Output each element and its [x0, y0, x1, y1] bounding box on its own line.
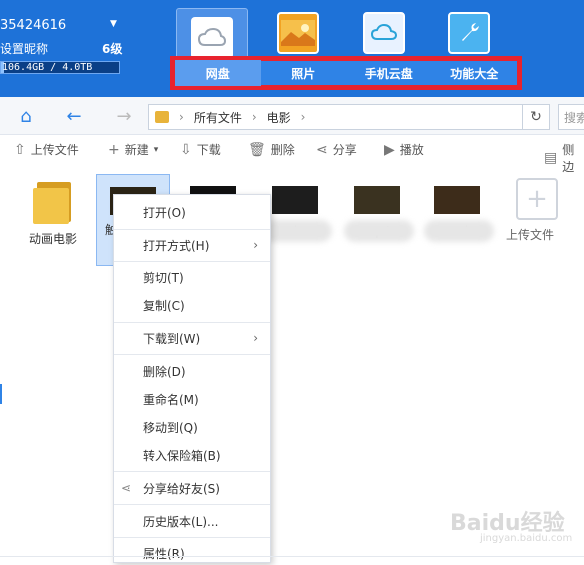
video-thumbnail — [434, 186, 480, 214]
left-edge-indicator — [0, 384, 2, 404]
play-icon: ▶ — [384, 141, 395, 158]
back-arrow-icon[interactable]: ← — [62, 104, 86, 128]
menu-item-open[interactable]: 打开(O) — [114, 200, 270, 224]
toolbox-tab-icon[interactable] — [441, 10, 497, 56]
upload-icon: ⇧ — [14, 141, 26, 158]
baidu-watermark-url: jingyan.baidu.com — [480, 533, 573, 544]
video-thumbnail — [354, 186, 400, 214]
user-level-badge: 6级 — [102, 42, 123, 56]
share-icon: ⋖ — [316, 141, 328, 158]
user-id[interactable]: 35424616 — [0, 18, 66, 33]
menu-item-delete[interactable]: 删除(D) — [114, 359, 270, 383]
context-menu: 打开(O) 打开方式(H) › 剪切(T) 复制(C) 下载到(W) › 删除(D)… — [113, 194, 271, 563]
trash-icon: 🗑 — [248, 141, 266, 158]
mobile-cloud-icon — [363, 12, 405, 54]
menu-item-download-to[interactable]: 下载到(W) › — [114, 326, 270, 350]
file-grid: 动画电影 触 mkv mp4 rmvb + 上传文件 — [0, 166, 584, 556]
set-nickname-link[interactable]: 设置昵称 — [0, 40, 48, 57]
menu-item-copy[interactable]: 复制(C) — [114, 293, 270, 317]
delete-button[interactable]: 🗑 删除 — [248, 141, 295, 158]
refresh-icon[interactable]: ↻ — [522, 104, 550, 130]
chevron-right-icon: › — [179, 110, 184, 124]
sidebar-layout-icon: ▤ — [544, 150, 558, 166]
file-item[interactable]: mp4 — [344, 174, 414, 242]
breadcrumb: › 所有文件 › 电影 › — [148, 104, 548, 130]
home-icon[interactable]: ⌂ — [14, 104, 38, 128]
cloud-icon — [191, 17, 233, 59]
menu-divider — [114, 261, 270, 262]
upload-tile-label[interactable]: 上传文件 — [506, 226, 554, 243]
blurred-name — [262, 220, 332, 242]
photo-icon — [277, 12, 319, 54]
chevron-right-icon: › — [253, 331, 258, 345]
forward-arrow-icon[interactable]: → — [112, 104, 136, 128]
menu-item-move-to[interactable]: 移动到(Q) — [114, 415, 270, 439]
breadcrumb-root[interactable]: 所有文件 — [194, 109, 242, 126]
menu-divider — [114, 471, 270, 472]
menu-item-history[interactable]: 历史版本(L)... — [114, 509, 270, 533]
chevron-down-icon: ▾ — [153, 144, 159, 155]
chevron-down-icon[interactable]: ▼ — [110, 19, 117, 29]
file-item[interactable]: mkv — [262, 174, 332, 242]
menu-item-properties[interactable]: 属性(R) — [114, 541, 270, 565]
bottom-divider — [0, 556, 584, 557]
menu-item-share-friend[interactable]: ⋖ 分享给好友(S) — [114, 476, 270, 500]
menu-item-cut[interactable]: 剪切(T) — [114, 265, 270, 289]
chevron-right-icon: › — [251, 110, 257, 124]
play-button[interactable]: ▶ 播放 — [384, 141, 424, 158]
tab-toolbox[interactable]: 功能大全 — [432, 60, 518, 86]
file-toolbar: ⇧ 上传文件 + 新建 ▾ ⇩ 下载 🗑 删除 ⋖ 分享 ▶ 播放 ▤ 侧边 — [0, 136, 584, 175]
menu-divider — [114, 537, 270, 538]
tab-mobile-cloud[interactable]: 手机云盘 — [346, 60, 432, 86]
app-header: 35424616 ▼ 设置昵称 6级 106.4GB / 4.0TB 网盘 照片… — [0, 0, 584, 97]
new-button[interactable]: + 新建 ▾ — [108, 141, 158, 158]
menu-item-to-safe[interactable]: 转入保险箱(B) — [114, 443, 270, 467]
menu-item-open-with[interactable]: 打开方式(H) › — [114, 233, 270, 257]
plus-icon: + — [108, 141, 120, 158]
main-tabs: 网盘 照片 手机云盘 功能大全 — [175, 60, 517, 86]
blurred-name — [424, 220, 494, 242]
download-button[interactable]: ⇩ 下载 — [180, 141, 221, 158]
upload-tile-plus-icon[interactable]: + — [516, 178, 558, 220]
storage-quota-text: 106.4GB / 4.0TB — [2, 62, 93, 73]
menu-divider — [114, 322, 270, 323]
upload-button[interactable]: ⇧ 上传文件 — [14, 141, 79, 158]
chevron-right-icon: › — [300, 110, 306, 124]
tab-cloud-disk[interactable]: 网盘 — [175, 60, 261, 86]
photos-tab-icon[interactable] — [270, 10, 326, 56]
menu-divider — [114, 229, 270, 230]
blurred-name — [344, 220, 414, 242]
download-icon: ⇩ — [180, 141, 192, 158]
file-name: 动画电影 — [28, 232, 77, 246]
menu-divider — [114, 354, 270, 355]
share-button[interactable]: ⋖ 分享 — [316, 141, 357, 158]
menu-item-rename[interactable]: 重命名(M) — [114, 387, 270, 411]
storage-quota-bar: 106.4GB / 4.0TB — [0, 61, 120, 74]
folder-icon — [33, 178, 73, 224]
folder-icon — [155, 111, 169, 123]
menu-divider — [114, 504, 270, 505]
share-icon: ⋖ — [121, 481, 132, 495]
wrench-icon — [448, 12, 490, 54]
video-thumbnail — [272, 186, 318, 214]
tab-photos[interactable]: 照片 — [261, 60, 347, 86]
mobile-cloud-tab-icon[interactable] — [356, 10, 412, 56]
breadcrumb-current[interactable]: 电影 — [267, 109, 291, 126]
chevron-right-icon: › — [253, 238, 258, 252]
search-input[interactable]: 搜索 — [558, 104, 584, 130]
file-item[interactable]: 动画电影 — [20, 174, 86, 247]
file-item[interactable]: rmvb — [424, 174, 494, 242]
